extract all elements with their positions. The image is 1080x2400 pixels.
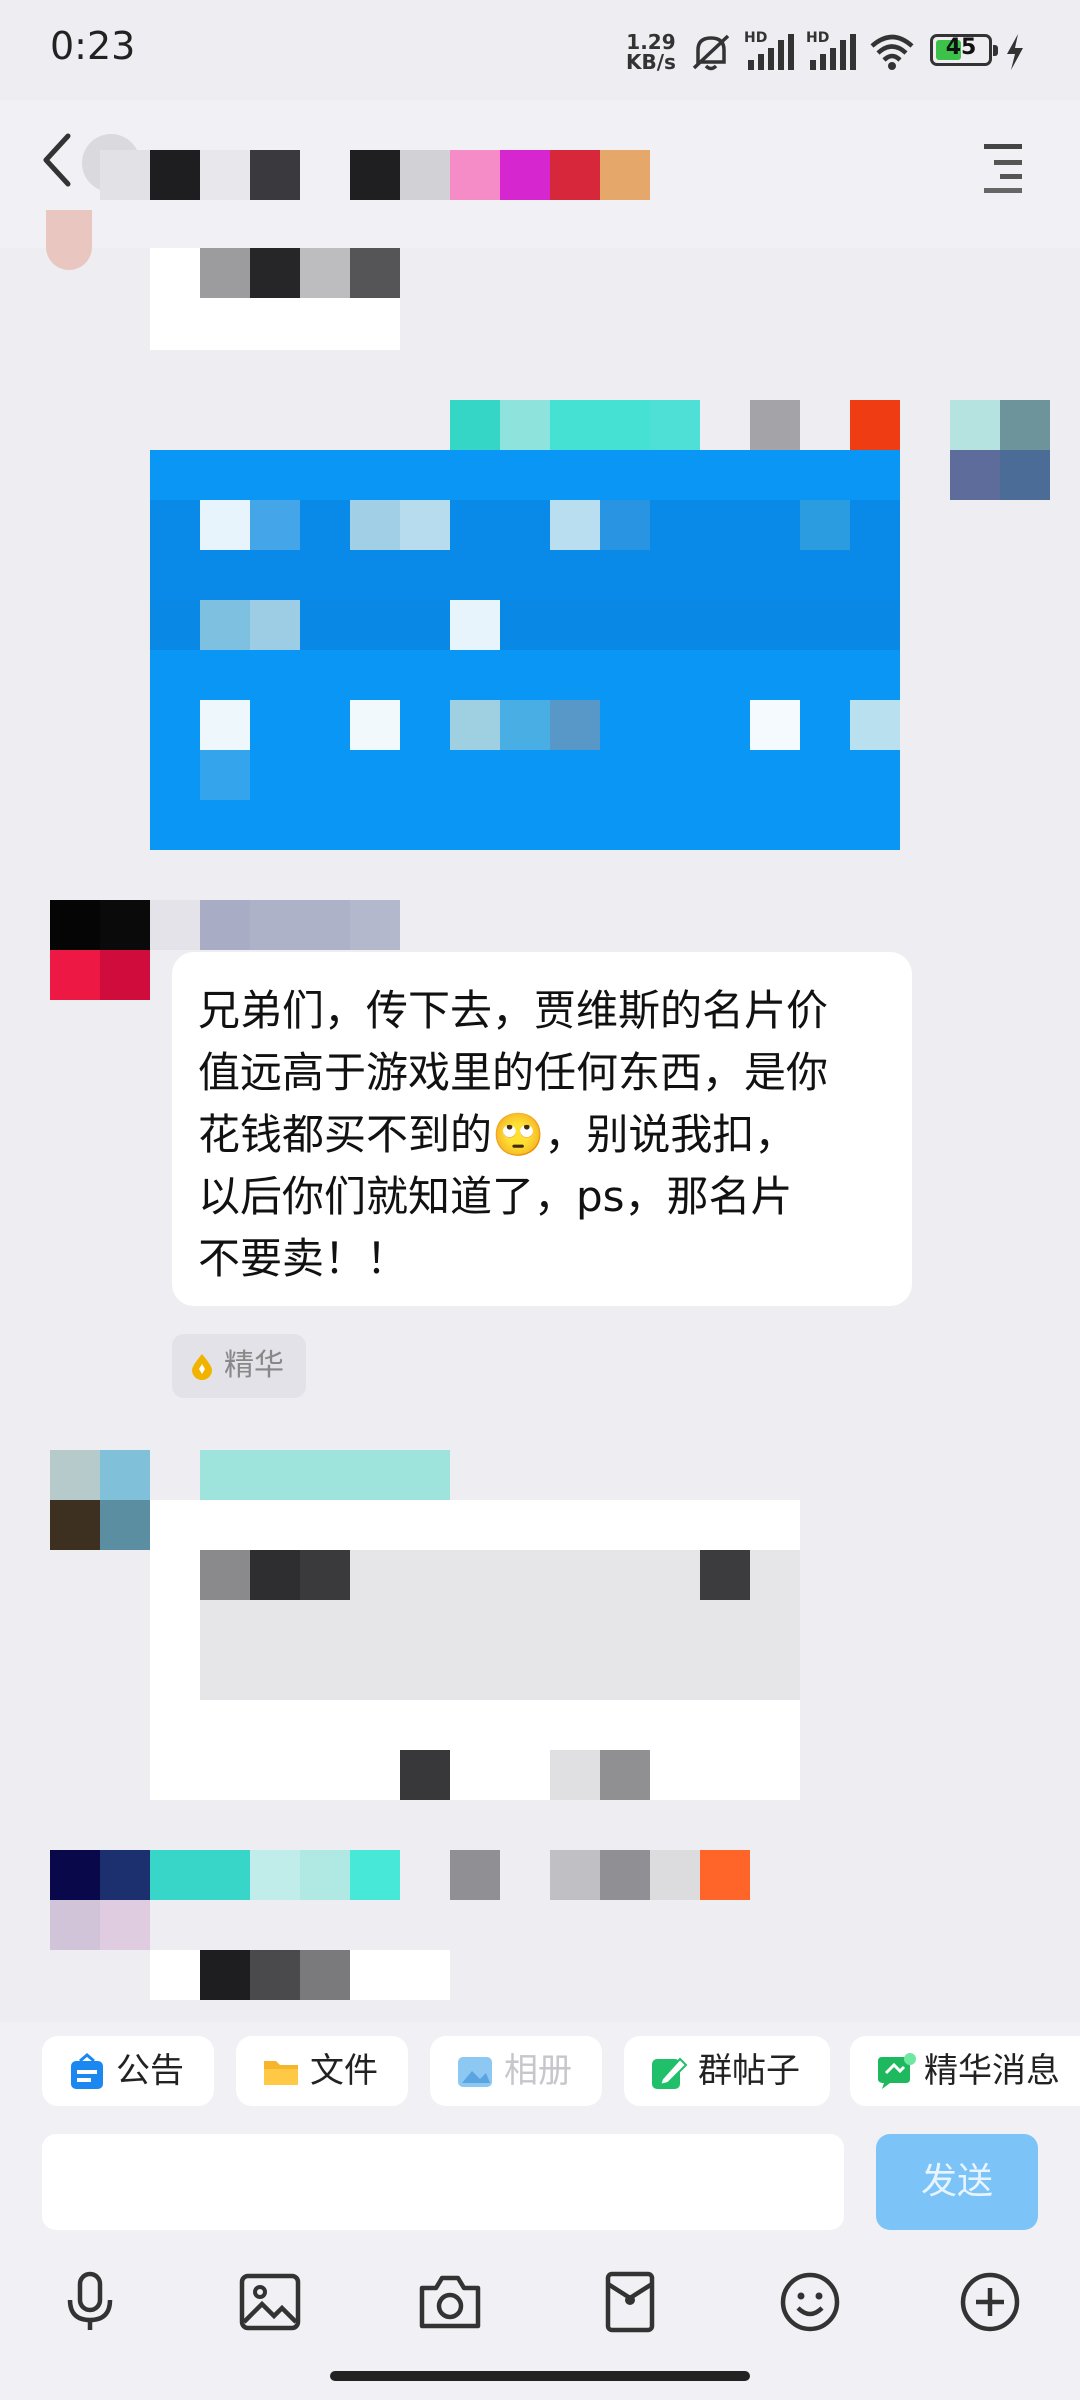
album-icon	[458, 2057, 492, 2087]
message-line: 花钱都买不到的🙄，别说我扣，	[198, 1104, 886, 1166]
shortcut-label: 公告	[116, 2051, 184, 2091]
shortcut-announcement[interactable]: 公告	[42, 2036, 214, 2106]
camera-icon[interactable]	[418, 2270, 482, 2334]
sender-name-pixelated	[150, 900, 400, 950]
microphone-icon[interactable]	[58, 2270, 122, 2334]
signal-icon-1	[748, 34, 794, 70]
charging-icon	[1007, 34, 1023, 70]
shortcut-label: 文件	[310, 2051, 378, 2091]
message-bubble-pixelated[interactable]	[150, 248, 400, 350]
eye-roll-emoji-icon: 🙄	[492, 1110, 545, 1159]
wifi-icon	[870, 34, 914, 70]
shared-card-pixelated[interactable]	[150, 450, 900, 850]
red-packet-icon[interactable]	[598, 2270, 662, 2334]
sender-name-pixelated	[450, 400, 900, 450]
status-bar: 0:23 1.29 KB/s HD HD 45	[0, 0, 1080, 100]
battery-level: 45	[945, 35, 977, 60]
self-avatar[interactable]	[950, 400, 1050, 500]
message-line: 值远高于游戏里的任何东西，是你	[198, 1048, 829, 1097]
avatar[interactable]	[50, 1850, 150, 1950]
status-time: 0:23	[50, 24, 136, 68]
message-line-part: 花钱都买不到的	[198, 1110, 493, 1159]
sender-name-pixelated	[150, 1850, 750, 1900]
shortcut-label: 精华消息	[924, 2051, 1060, 2091]
essence-drop-icon	[192, 1354, 212, 1380]
network-speed-value: 1.29	[626, 30, 676, 54]
message-bubble-pixelated[interactable]	[150, 1500, 800, 1800]
message-line: 以后你们就知道了，ps，那名片	[198, 1172, 793, 1221]
avatar[interactable]	[50, 1450, 150, 1550]
text-message-bubble[interactable]: 兄弟们，传下去，贾维斯的名片价 值远高于游戏里的任何东西，是你 花钱都买不到的🙄…	[172, 952, 912, 1306]
group-menu-icon[interactable]	[980, 140, 1030, 196]
network-speed: 1.29 KB/s	[626, 32, 676, 72]
avatar[interactable]	[46, 210, 92, 270]
shortcut-files[interactable]: 文件	[236, 2036, 408, 2106]
mute-bell-icon	[692, 34, 730, 71]
image-icon[interactable]	[238, 2270, 302, 2334]
message-line-part: ，别说我扣，	[544, 1110, 797, 1159]
shortcut-essence-messages[interactable]: 精华消息	[850, 2036, 1080, 2106]
avatar[interactable]	[50, 900, 150, 1000]
plus-icon[interactable]	[958, 2270, 1022, 2334]
back-arrow-icon[interactable]	[38, 132, 78, 188]
group-title-pixelated	[100, 150, 652, 200]
send-button[interactable]: 发送	[876, 2134, 1038, 2230]
shortcut-label: 相册	[504, 2051, 572, 2091]
message-bubble-pixelated[interactable]	[150, 1950, 450, 2000]
signal-icon-2	[810, 34, 856, 70]
emoji-icon[interactable]	[778, 2270, 842, 2334]
essence-message-icon	[878, 2053, 916, 2089]
network-speed-unit: KB/s	[626, 50, 676, 74]
essence-tag[interactable]: 精华	[172, 1334, 306, 1398]
home-indicator[interactable]	[330, 2371, 750, 2381]
announcement-icon	[71, 2053, 103, 2089]
shortcut-label: 群帖子	[698, 2051, 800, 2091]
folder-icon	[264, 2061, 298, 2085]
shortcut-posts[interactable]: 群帖子	[624, 2036, 830, 2106]
message-input[interactable]	[42, 2134, 844, 2230]
shortcut-album[interactable]: 相册	[430, 2036, 602, 2106]
message-line: 兄弟们，传下去，贾维斯的名片价	[198, 986, 829, 1035]
message-line: 不要卖！！	[198, 1234, 409, 1283]
essence-tag-label: 精华	[224, 1348, 284, 1383]
battery-indicator: 45	[930, 34, 998, 66]
post-icon	[652, 2057, 688, 2089]
sender-name-pixelated	[200, 1450, 450, 1500]
